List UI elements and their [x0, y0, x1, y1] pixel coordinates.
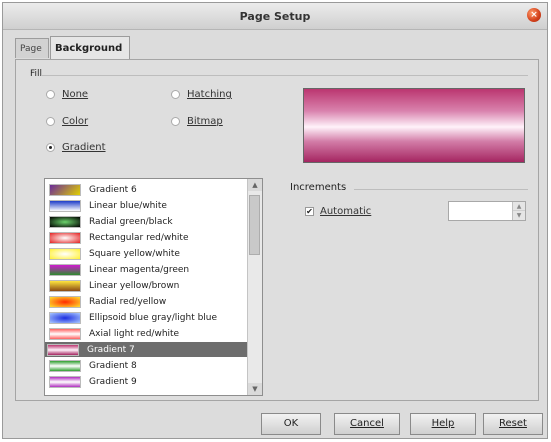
radio-indicator	[171, 117, 180, 126]
scroll-down-icon[interactable]: ▼	[248, 383, 262, 395]
gradient-list-item[interactable]: Ellipsoid blue gray/light blue	[47, 310, 247, 325]
radio-indicator-selected	[46, 143, 55, 152]
automatic-checkbox[interactable]: ✔ Automatic	[305, 206, 371, 217]
radio-indicator	[46, 117, 55, 126]
fill-none-label: None	[62, 89, 89, 100]
gradient-list-item[interactable]: Axial light red/white	[47, 326, 247, 341]
gradient-list-item[interactable]: Gradient 9	[47, 374, 247, 389]
fill-hatching-label: Hatching	[187, 89, 232, 100]
gradient-name: Linear blue/white	[89, 200, 167, 211]
gradient-name: Axial light red/white	[89, 328, 180, 339]
gradient-swatch	[49, 263, 81, 276]
fill-gradient-radio[interactable]: Gradient	[46, 142, 106, 153]
cancel-button[interactable]: Cancel	[334, 413, 400, 435]
gradient-list-item[interactable]: Rectangular red/white	[47, 230, 247, 245]
help-button[interactable]: Help	[410, 413, 476, 435]
gradient-list-item[interactable]: Linear yellow/brown	[47, 278, 247, 293]
gradient-name: Gradient 9	[89, 376, 137, 387]
title-bar[interactable]: Page Setup ×	[3, 3, 547, 30]
gradient-list-item[interactable]: Radial red/yellow	[47, 294, 247, 309]
gradient-name: Gradient 7	[87, 344, 135, 355]
increments-group-label: Increments	[290, 182, 347, 193]
gradient-list-item[interactable]: Linear blue/white	[47, 198, 247, 213]
gradient-swatch	[49, 247, 81, 260]
gradient-swatch	[49, 183, 81, 196]
fill-hatching-radio[interactable]: Hatching	[171, 89, 232, 100]
cancel-button-label: Cancel	[350, 418, 384, 429]
gradient-list[interactable]: Gradient 6 Linear blue/white Radial green/…	[44, 178, 263, 396]
tab-background[interactable]: Background	[50, 36, 130, 60]
stepper-up-icon[interactable]: ▲	[513, 202, 525, 211]
gradient-swatch	[49, 359, 81, 372]
gradient-swatch	[49, 215, 81, 228]
reset-button-label: Reset	[499, 418, 527, 429]
fill-gradient-label: Gradient	[62, 142, 106, 153]
increments-stepper[interactable]: ▲ ▼	[448, 201, 526, 221]
fill-bitmap-label: Bitmap	[187, 116, 223, 127]
gradient-name: Gradient 6	[89, 184, 137, 195]
gradient-list-item[interactable]: Radial green/black	[47, 214, 247, 229]
gradient-list-item[interactable]: Linear magenta/green	[47, 262, 247, 277]
gradient-swatch	[49, 327, 81, 340]
gradient-name: Radial red/yellow	[89, 296, 167, 307]
gradient-name: Rectangular red/white	[89, 232, 189, 243]
stepper-arrows: ▲ ▼	[512, 202, 525, 220]
fill-none-radio[interactable]: None	[46, 89, 88, 100]
reset-button[interactable]: Reset	[483, 413, 543, 435]
gradient-name: Ellipsoid blue gray/light blue	[89, 312, 218, 323]
ok-button[interactable]: OK	[261, 413, 321, 435]
gradient-name: Gradient 8	[89, 360, 137, 371]
fill-color-label: Color	[62, 116, 89, 127]
increments-group-divider	[354, 189, 528, 190]
list-scrollbar[interactable]: ▲ ▼	[247, 179, 262, 395]
gradient-preview	[303, 88, 525, 163]
gradient-list-item[interactable]: Square yellow/white	[47, 246, 247, 261]
scroll-thumb[interactable]	[249, 195, 260, 255]
close-icon[interactable]: ×	[527, 8, 541, 22]
gradient-swatch	[49, 279, 81, 292]
gradient-swatch	[49, 199, 81, 212]
gradient-name: Linear magenta/green	[89, 264, 190, 275]
fill-group-label: Fill	[30, 69, 43, 79]
gradient-swatch	[49, 295, 81, 308]
fill-group-divider	[42, 75, 528, 76]
button-bar: OK Cancel Help Reset	[3, 406, 547, 438]
gradient-swatch	[47, 343, 79, 356]
gradient-name: Radial green/black	[89, 216, 173, 227]
gradient-swatch	[49, 311, 81, 324]
automatic-label: Automatic	[320, 206, 372, 217]
help-button-label: Help	[431, 418, 455, 429]
page-setup-dialog: Page Setup × Page Background Fill None C…	[2, 2, 548, 439]
fill-bitmap-radio[interactable]: Bitmap	[171, 116, 223, 127]
gradient-name: Square yellow/white	[89, 248, 180, 259]
gradient-swatch	[49, 375, 81, 388]
background-panel: Fill None Color Gradient Hatching Bitmap…	[15, 59, 539, 401]
gradient-swatch	[49, 231, 81, 244]
checkbox-checked-icon: ✔	[305, 207, 314, 216]
scroll-up-icon[interactable]: ▲	[248, 179, 262, 191]
gradient-list-item[interactable]: Gradient 8	[47, 358, 247, 373]
window-title: Page Setup	[239, 10, 311, 23]
gradient-list-item[interactable]: Gradient 6	[47, 182, 247, 197]
gradient-list-item[interactable]: Gradient 7	[45, 342, 247, 357]
tab-page[interactable]: Page	[15, 38, 49, 58]
radio-indicator	[46, 90, 55, 99]
radio-indicator	[171, 90, 180, 99]
fill-color-radio[interactable]: Color	[46, 116, 88, 127]
stepper-down-icon[interactable]: ▼	[513, 211, 525, 220]
gradient-name: Linear yellow/brown	[89, 280, 180, 291]
